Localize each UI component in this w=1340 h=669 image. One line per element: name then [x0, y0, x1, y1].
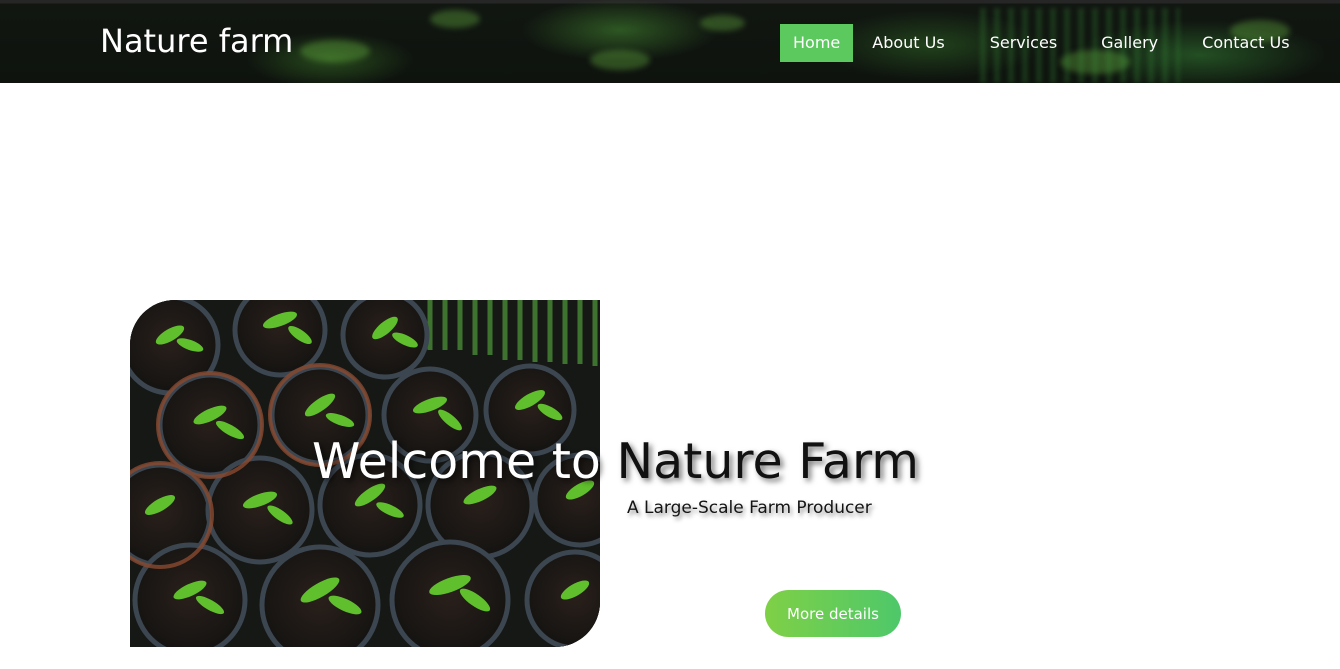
hero-title: Welcome to Nature Farm — [312, 430, 919, 494]
more-details-button[interactable]: More details — [765, 590, 901, 637]
nav-item-home[interactable]: Home — [780, 24, 854, 62]
hero-title-part-2: Nature Farm — [616, 433, 919, 490]
nav-item-services[interactable]: Services — [990, 24, 1057, 62]
header-background-leaf — [300, 40, 370, 62]
nav-item-gallery[interactable]: Gallery — [1101, 24, 1158, 62]
hero-subtitle: A Large-Scale Farm Producer — [627, 498, 872, 518]
page: Nature farm Home About Us Services Galle… — [0, 0, 1340, 669]
hero-title-part-1: Welcome to — [312, 433, 617, 490]
main-nav: Home About Us Services Gallery Contact U… — [780, 24, 1290, 62]
nav-item-contact-us[interactable]: Contact Us — [1202, 24, 1289, 62]
header-background-leaf — [590, 50, 650, 70]
site-logo-text[interactable]: Nature farm — [100, 22, 293, 60]
header-bar: Nature farm Home About Us Services Galle… — [0, 0, 1340, 83]
nav-item-about-us[interactable]: About Us — [872, 24, 944, 62]
header-background-leaf — [700, 15, 745, 31]
header-background-leaf — [430, 10, 480, 28]
